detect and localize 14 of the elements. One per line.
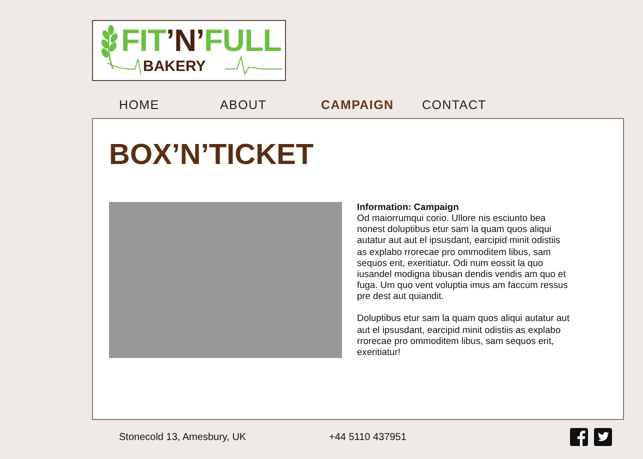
address-text: Stonecold 13, Amesbury, UK bbox=[119, 430, 248, 444]
nav-link[interactable]: CONTACT bbox=[422, 96, 523, 118]
logo-tagline: BAKERY bbox=[141, 59, 208, 74]
bird-icon[interactable] bbox=[594, 428, 612, 446]
info-paragraph: Od maiorrumqui corio. Ullore nis esciunto bea nonest doluptibus etur sam la quam quos aliqui autatur aut aut el ipsusdant, earcipid minit odistiis as explabo rrorecae pro ommoditem libus, sam sequos erit, exeritiatur. Odi num eossit la quo iusandel modigna tibusan dendis vendis am quo et fuga. Um quo vent voluptia imus am faccum ressus pre dest aut quiandit. bbox=[357, 213, 569, 302]
info-paragraph: Doluptibus etur sam la quam quos aliqui autatur aut aut el ipsusdant, earcipid minit odistiis as explabo rrorecae pro ommoditem libus, sam sequos erit, exeritiatur! bbox=[357, 313, 570, 358]
nav-link[interactable]: ABOUT bbox=[220, 96, 321, 118]
page-title: BOX’N’TICKET bbox=[109, 141, 315, 170]
phone-text: +44 5110 437951 bbox=[329, 430, 406, 444]
info-heading: Information: Campaign bbox=[357, 202, 460, 214]
nav-link[interactable]: HOME bbox=[119, 96, 220, 118]
facebook-icon[interactable] bbox=[570, 428, 588, 446]
nav-link[interactable]: CAMPAIGN bbox=[321, 96, 422, 118]
logo-wordmark: FIT’N’FULL bbox=[121, 25, 282, 56]
